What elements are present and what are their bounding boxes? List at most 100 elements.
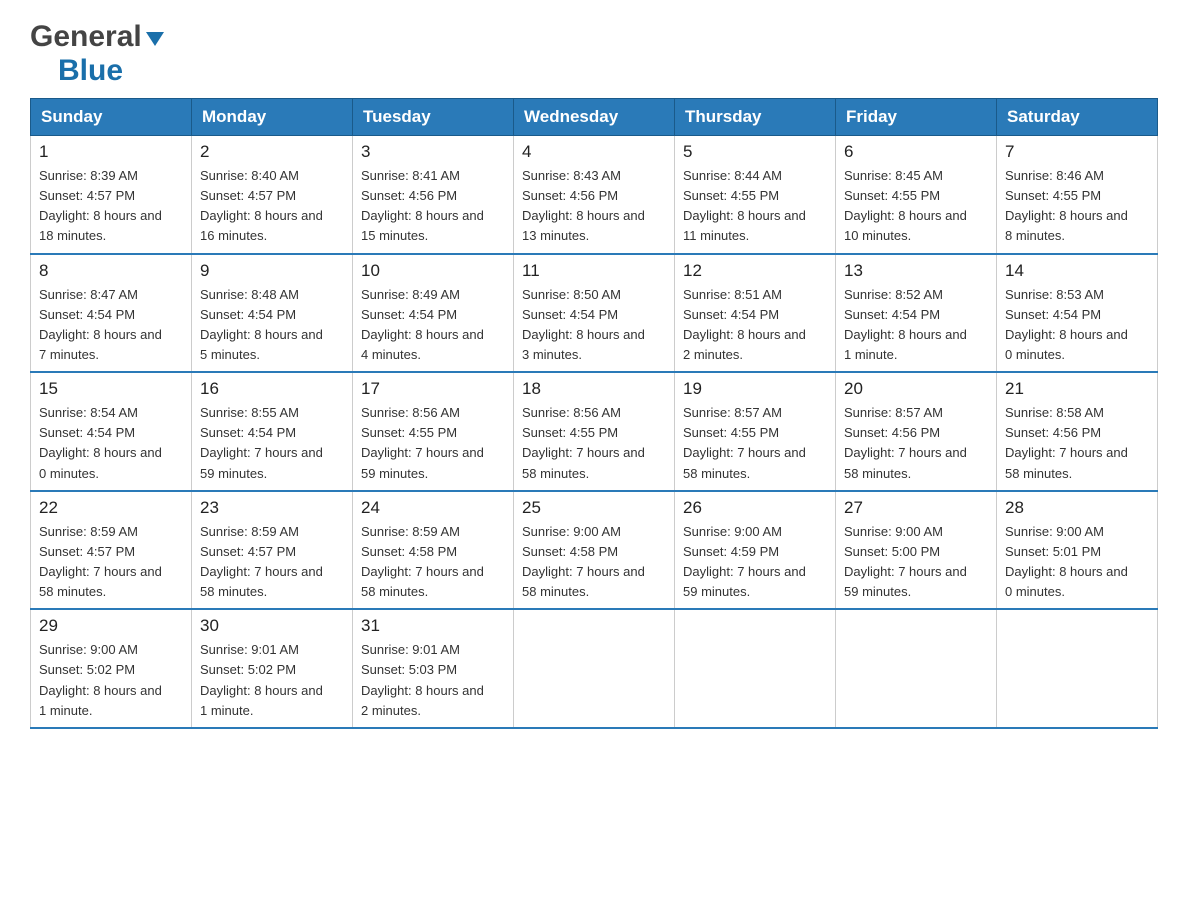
daylight-label: Daylight: 7 hours and	[39, 564, 162, 579]
logo-blue-text: Blue	[58, 54, 123, 87]
calendar-week-row: 22 Sunrise: 8:59 AM Sunset: 4:57 PM Dayl…	[31, 491, 1158, 610]
calendar-header: Sunday Monday Tuesday Wednesday Thursday…	[31, 99, 1158, 136]
day-info: Sunrise: 9:00 AM Sunset: 5:02 PM Dayligh…	[39, 640, 183, 721]
day-info: Sunrise: 8:50 AM Sunset: 4:54 PM Dayligh…	[522, 285, 666, 366]
sunset-label: Sunset: 4:54 PM	[844, 307, 940, 322]
sunset-label: Sunset: 4:55 PM	[683, 188, 779, 203]
sunrise-label: Sunrise: 8:46 AM	[1005, 168, 1104, 183]
day-info: Sunrise: 8:51 AM Sunset: 4:54 PM Dayligh…	[683, 285, 827, 366]
daylight-label: Daylight: 8 hours and	[844, 327, 967, 342]
sunrise-label: Sunrise: 8:40 AM	[200, 168, 299, 183]
sunset-label: Sunset: 4:55 PM	[1005, 188, 1101, 203]
day-info: Sunrise: 8:49 AM Sunset: 4:54 PM Dayligh…	[361, 285, 505, 366]
day-info: Sunrise: 9:00 AM Sunset: 4:59 PM Dayligh…	[683, 522, 827, 603]
calendar-day-cell: 15 Sunrise: 8:54 AM Sunset: 4:54 PM Dayl…	[31, 372, 192, 491]
calendar-body: 1 Sunrise: 8:39 AM Sunset: 4:57 PM Dayli…	[31, 136, 1158, 728]
daylight-minutes: 0 minutes.	[39, 466, 99, 481]
sunrise-label: Sunrise: 8:48 AM	[200, 287, 299, 302]
calendar-day-cell	[997, 609, 1158, 728]
daylight-label: Daylight: 8 hours and	[39, 327, 162, 342]
sunset-label: Sunset: 5:00 PM	[844, 544, 940, 559]
daylight-label: Daylight: 8 hours and	[522, 208, 645, 223]
daylight-label: Daylight: 8 hours and	[522, 327, 645, 342]
day-number: 6	[844, 142, 988, 162]
sunset-label: Sunset: 4:55 PM	[844, 188, 940, 203]
calendar-day-cell: 23 Sunrise: 8:59 AM Sunset: 4:57 PM Dayl…	[192, 491, 353, 610]
calendar-day-cell: 20 Sunrise: 8:57 AM Sunset: 4:56 PM Dayl…	[836, 372, 997, 491]
header-sunday: Sunday	[31, 99, 192, 136]
daylight-label: Daylight: 8 hours and	[361, 327, 484, 342]
header-friday: Friday	[836, 99, 997, 136]
calendar-day-cell: 9 Sunrise: 8:48 AM Sunset: 4:54 PM Dayli…	[192, 254, 353, 373]
sunset-label: Sunset: 4:54 PM	[39, 425, 135, 440]
calendar-week-row: 15 Sunrise: 8:54 AM Sunset: 4:54 PM Dayl…	[31, 372, 1158, 491]
daylight-minutes: 3 minutes.	[522, 347, 582, 362]
sunset-label: Sunset: 5:01 PM	[1005, 544, 1101, 559]
calendar-day-cell: 29 Sunrise: 9:00 AM Sunset: 5:02 PM Dayl…	[31, 609, 192, 728]
day-number: 17	[361, 379, 505, 399]
daylight-label: Daylight: 8 hours and	[200, 327, 323, 342]
daylight-label: Daylight: 7 hours and	[683, 445, 806, 460]
sunrise-label: Sunrise: 8:41 AM	[361, 168, 460, 183]
day-number: 5	[683, 142, 827, 162]
sunset-label: Sunset: 4:56 PM	[522, 188, 618, 203]
sunset-label: Sunset: 5:03 PM	[361, 662, 457, 677]
sunrise-label: Sunrise: 8:56 AM	[361, 405, 460, 420]
daylight-minutes: 7 minutes.	[39, 347, 99, 362]
calendar-day-cell: 2 Sunrise: 8:40 AM Sunset: 4:57 PM Dayli…	[192, 136, 353, 254]
sunrise-label: Sunrise: 8:43 AM	[522, 168, 621, 183]
daylight-label: Daylight: 8 hours and	[1005, 564, 1128, 579]
daylight-label: Daylight: 7 hours and	[361, 564, 484, 579]
sunrise-label: Sunrise: 8:47 AM	[39, 287, 138, 302]
sunrise-label: Sunrise: 9:01 AM	[361, 642, 460, 657]
calendar-week-row: 8 Sunrise: 8:47 AM Sunset: 4:54 PM Dayli…	[31, 254, 1158, 373]
calendar-day-cell: 28 Sunrise: 9:00 AM Sunset: 5:01 PM Dayl…	[997, 491, 1158, 610]
daylight-label: Daylight: 7 hours and	[522, 564, 645, 579]
sunrise-label: Sunrise: 9:00 AM	[39, 642, 138, 657]
day-info: Sunrise: 8:43 AM Sunset: 4:56 PM Dayligh…	[522, 166, 666, 247]
day-info: Sunrise: 8:56 AM Sunset: 4:55 PM Dayligh…	[361, 403, 505, 484]
day-number: 4	[522, 142, 666, 162]
day-number: 22	[39, 498, 183, 518]
daylight-minutes: 16 minutes.	[200, 228, 267, 243]
calendar-day-cell: 12 Sunrise: 8:51 AM Sunset: 4:54 PM Dayl…	[675, 254, 836, 373]
sunrise-label: Sunrise: 8:52 AM	[844, 287, 943, 302]
daylight-label: Daylight: 8 hours and	[361, 208, 484, 223]
daylight-label: Daylight: 8 hours and	[361, 683, 484, 698]
header-monday: Monday	[192, 99, 353, 136]
day-info: Sunrise: 8:47 AM Sunset: 4:54 PM Dayligh…	[39, 285, 183, 366]
day-number: 9	[200, 261, 344, 281]
day-number: 31	[361, 616, 505, 636]
daylight-label: Daylight: 7 hours and	[522, 445, 645, 460]
calendar-week-row: 1 Sunrise: 8:39 AM Sunset: 4:57 PM Dayli…	[31, 136, 1158, 254]
daylight-minutes: 4 minutes.	[361, 347, 421, 362]
sunset-label: Sunset: 4:56 PM	[844, 425, 940, 440]
day-info: Sunrise: 8:59 AM Sunset: 4:57 PM Dayligh…	[200, 522, 344, 603]
weekday-header-row: Sunday Monday Tuesday Wednesday Thursday…	[31, 99, 1158, 136]
sunset-label: Sunset: 4:57 PM	[200, 188, 296, 203]
calendar-week-row: 29 Sunrise: 9:00 AM Sunset: 5:02 PM Dayl…	[31, 609, 1158, 728]
daylight-label: Daylight: 8 hours and	[200, 208, 323, 223]
daylight-minutes: 10 minutes.	[844, 228, 911, 243]
day-number: 7	[1005, 142, 1149, 162]
daylight-minutes: 58 minutes.	[1005, 466, 1072, 481]
daylight-minutes: 0 minutes.	[1005, 584, 1065, 599]
sunset-label: Sunset: 5:02 PM	[39, 662, 135, 677]
daylight-minutes: 58 minutes.	[39, 584, 106, 599]
day-number: 18	[522, 379, 666, 399]
daylight-label: Daylight: 7 hours and	[683, 564, 806, 579]
day-info: Sunrise: 8:58 AM Sunset: 4:56 PM Dayligh…	[1005, 403, 1149, 484]
sunset-label: Sunset: 4:58 PM	[361, 544, 457, 559]
sunset-label: Sunset: 4:54 PM	[39, 307, 135, 322]
calendar-day-cell	[836, 609, 997, 728]
daylight-label: Daylight: 8 hours and	[39, 683, 162, 698]
calendar-day-cell: 6 Sunrise: 8:45 AM Sunset: 4:55 PM Dayli…	[836, 136, 997, 254]
day-info: Sunrise: 8:54 AM Sunset: 4:54 PM Dayligh…	[39, 403, 183, 484]
sunset-label: Sunset: 4:54 PM	[200, 307, 296, 322]
calendar-day-cell	[514, 609, 675, 728]
calendar-day-cell: 11 Sunrise: 8:50 AM Sunset: 4:54 PM Dayl…	[514, 254, 675, 373]
sunrise-label: Sunrise: 8:50 AM	[522, 287, 621, 302]
day-number: 24	[361, 498, 505, 518]
day-info: Sunrise: 9:01 AM Sunset: 5:03 PM Dayligh…	[361, 640, 505, 721]
daylight-label: Daylight: 7 hours and	[844, 445, 967, 460]
